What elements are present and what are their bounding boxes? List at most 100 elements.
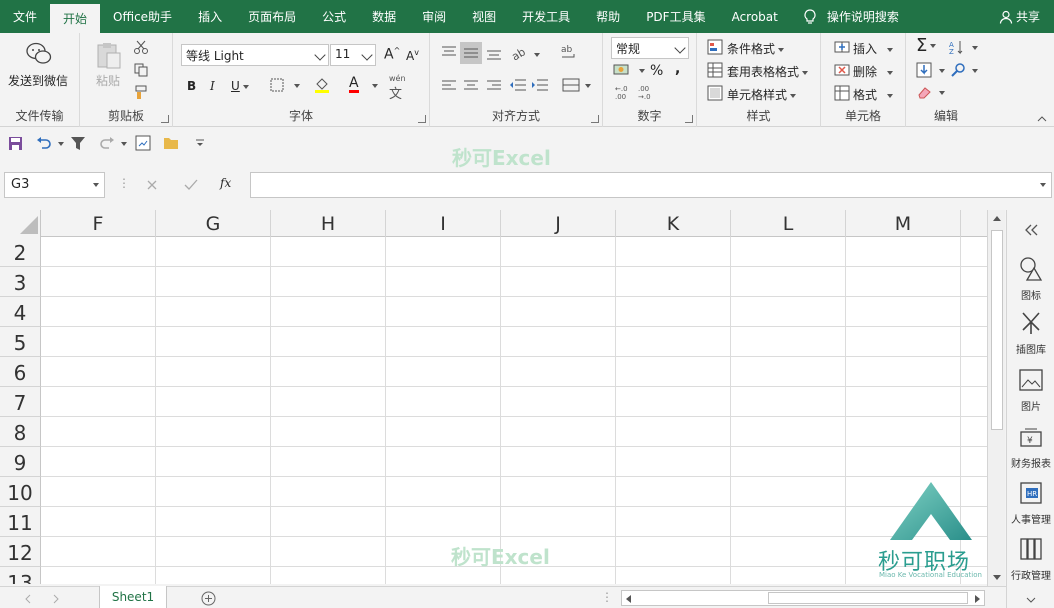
align-left-icon[interactable] [441, 79, 457, 93]
border-icon[interactable] [270, 78, 284, 92]
number-launcher-icon[interactable] [685, 115, 693, 123]
comma-button[interactable]: , [675, 61, 680, 77]
row-header[interactable]: 9 [0, 447, 41, 477]
share-button[interactable]: 共享 [999, 0, 1054, 33]
row-header[interactable]: 5 [0, 327, 41, 357]
insert-cells-icon[interactable] [834, 39, 850, 55]
grow-font-button[interactable]: A^ [384, 46, 400, 63]
paste-button[interactable]: 粘贴 [96, 72, 120, 89]
wrap-text-icon[interactable]: ab [560, 43, 578, 63]
vertical-scroll-thumb[interactable] [991, 230, 1003, 430]
select-all-corner[interactable] [0, 210, 41, 237]
merge-cells-icon[interactable] [562, 77, 580, 93]
currency-icon[interactable] [613, 63, 633, 77]
tab-review[interactable]: 审阅 [409, 0, 459, 33]
scroll-up-icon[interactable] [992, 214, 1002, 222]
side-item-pictures[interactable]: 图片 [1007, 367, 1054, 413]
align-center-icon[interactable] [463, 79, 479, 93]
vertical-scrollbar[interactable] [987, 210, 1005, 586]
undo-icon[interactable] [36, 136, 52, 150]
row-header[interactable]: 3 [0, 267, 41, 297]
format-cells-icon[interactable] [834, 85, 850, 101]
row-header[interactable]: 12 [0, 537, 41, 567]
number-format-select[interactable]: 常规 [611, 37, 689, 59]
conditional-format-icon[interactable] [707, 39, 723, 55]
cell-style-icon[interactable] [707, 85, 723, 101]
open-folder-icon[interactable] [163, 136, 180, 150]
collapse-pane-icon[interactable] [1023, 224, 1039, 236]
side-item-admin[interactable]: 行政管理 [1007, 536, 1054, 582]
phonetic-guide-button[interactable]: wén 文 [389, 74, 406, 102]
bold-button[interactable]: B [187, 79, 196, 93]
row-header[interactable]: 8 [0, 417, 41, 447]
table-format-button[interactable]: 套用表格格式 [727, 63, 809, 80]
tab-help[interactable]: 帮助 [583, 0, 633, 33]
insert-button[interactable]: 插入 [853, 40, 894, 57]
scroll-left-icon[interactable] [625, 594, 633, 604]
align-top-icon[interactable] [441, 45, 457, 59]
tab-acrobat[interactable]: Acrobat [719, 0, 791, 33]
chevron-down-icon[interactable] [1025, 596, 1037, 604]
align-middle-button[interactable] [460, 42, 482, 64]
tab-developer[interactable]: 开发工具 [509, 0, 583, 33]
column-header[interactable]: J [501, 210, 616, 237]
split-handle[interactable]: ⋮ [601, 590, 613, 604]
horizontal-scrollbar[interactable] [621, 590, 985, 606]
spreadsheet-grid[interactable]: FGHIJKLM 2 3 4 5 6 7 8 9 10 11 12 13 [0, 210, 987, 584]
next-sheet-icon[interactable] [52, 594, 60, 604]
conditional-format-button[interactable]: 条件格式 [727, 40, 785, 57]
column-header[interactable]: K [616, 210, 731, 237]
sort-filter-icon[interactable]: AZ [948, 39, 966, 55]
scroll-right-icon[interactable] [973, 594, 981, 604]
align-right-icon[interactable] [486, 79, 502, 93]
clear-icon[interactable] [916, 85, 932, 99]
prev-sheet-icon[interactable] [24, 594, 32, 604]
font-color-button[interactable]: A [349, 76, 359, 93]
row-header[interactable]: 10 [0, 477, 41, 507]
side-item-finance[interactable]: ¥ 财务报表 [1007, 424, 1054, 470]
scroll-down-icon[interactable] [992, 574, 1002, 582]
horizontal-scroll-thumb[interactable] [768, 592, 968, 604]
underline-button[interactable]: U [231, 79, 249, 93]
row-header[interactable]: 7 [0, 387, 41, 417]
font-name-select[interactable]: 等线 Light [181, 44, 329, 66]
tab-pdf-tools[interactable]: PDF工具集 [633, 0, 718, 33]
tab-view[interactable]: 视图 [459, 0, 509, 33]
column-header[interactable]: M [846, 210, 961, 237]
fill-color-icon[interactable] [313, 76, 331, 94]
decrease-decimal-icon[interactable]: .00→.0 [636, 84, 656, 100]
font-launcher-icon[interactable] [418, 115, 426, 123]
delete-cells-icon[interactable] [834, 62, 850, 78]
formula-input[interactable] [250, 172, 1052, 198]
side-item-icons[interactable]: 图标 [1007, 256, 1054, 302]
row-header[interactable]: 13 [0, 567, 41, 584]
cell-style-button[interactable]: 单元格样式 [727, 86, 797, 103]
tab-file[interactable]: 文件 [0, 0, 50, 33]
tab-page-layout[interactable]: 页面布局 [235, 0, 309, 33]
find-icon[interactable] [950, 62, 966, 78]
cut-icon[interactable] [133, 39, 149, 55]
autosum-icon[interactable]: Σ [916, 35, 937, 56]
insert-function-button[interactable]: fx [220, 176, 231, 190]
align-bottom-icon[interactable] [486, 47, 502, 61]
filter-icon[interactable] [70, 136, 86, 151]
increase-decimal-icon[interactable]: ←.0.00 [613, 84, 633, 100]
add-sheet-icon[interactable] [201, 591, 216, 606]
tell-me-search[interactable]: 操作说明搜索 [803, 0, 899, 33]
print-preview-icon[interactable] [135, 135, 151, 151]
italic-button[interactable]: I [210, 79, 215, 93]
table-format-icon[interactable] [707, 62, 723, 78]
format-painter-icon[interactable] [133, 84, 149, 100]
clipboard-launcher-icon[interactable] [161, 115, 169, 123]
save-icon[interactable] [8, 136, 23, 151]
shrink-font-button[interactable]: Av [406, 48, 419, 63]
increase-indent-icon[interactable] [531, 78, 549, 94]
column-header[interactable]: L [731, 210, 846, 237]
tab-home[interactable]: 开始 [50, 4, 101, 33]
name-box[interactable]: G3 [4, 172, 105, 198]
tab-data[interactable]: 数据 [359, 0, 409, 33]
row-header[interactable]: 2 [0, 237, 41, 267]
redo-icon[interactable] [99, 136, 115, 150]
side-item-illustrations[interactable]: 插图库 [1007, 310, 1054, 356]
cancel-icon[interactable] [146, 179, 158, 191]
